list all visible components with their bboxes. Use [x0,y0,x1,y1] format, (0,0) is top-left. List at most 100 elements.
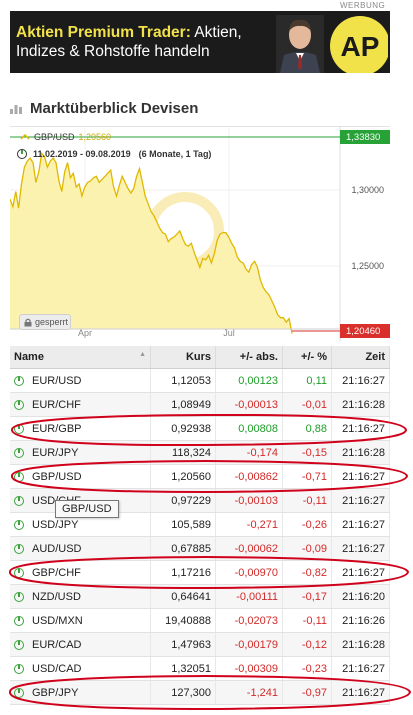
ap-logo: AP [330,16,388,73]
table-row[interactable]: AUD/USD 0,67885 -0,00062 -0,09 21:16:27 [10,536,390,561]
table-row[interactable]: USD/MXN 19,40888 -0,02073 -0,11 21:16:26 [10,608,390,633]
section-header: Marktüberblick Devisen [10,99,198,117]
name-cell[interactable]: EUR/CHF [10,392,151,417]
change-abs: -0,00103 [215,488,283,513]
currency-pair-link[interactable]: EUR/CHF [32,399,81,411]
name-cell[interactable]: NZD/USD [10,584,151,609]
name-cell[interactable]: GBP/CHF [10,560,151,585]
change-abs: 0,00808 [215,416,283,441]
legend-instrument: GBP/USD [34,132,75,142]
time-value: 21:16:27 [331,488,390,513]
name-cell[interactable]: AUD/USD [10,536,151,561]
time-value: 21:16:20 [331,584,390,609]
currency-pair-link[interactable]: GBP/USD [32,471,82,483]
currency-pair-link[interactable]: EUR/CAD [32,639,82,651]
name-cell[interactable]: EUR/JPY [10,440,151,465]
rate-value: 19,40888 [150,608,216,633]
table-row[interactable]: GBP/JPY 127,300 -1,241 -0,97 21:16:27 [10,680,390,705]
currency-pair-link[interactable]: EUR/USD [32,375,82,387]
change-pct: -0,01 [282,392,332,417]
currency-pair-link[interactable]: USD/JPY [32,519,78,531]
currency-pair-link[interactable]: USD/CAD [32,663,82,675]
change-pct: -0,23 [282,656,332,681]
col-name[interactable]: Name ▲ [10,346,151,369]
rate-value: 1,12053 [150,368,216,393]
name-cell[interactable]: GBP/USD [10,464,151,489]
ad-highlight: Aktien Premium Trader: [16,24,191,41]
change-abs: -0,00013 [215,392,283,417]
table-row[interactable]: EUR/GBP 0,92938 0,00808 0,88 21:16:27 [10,416,390,441]
change-abs: -0,00862 [215,464,283,489]
time-value: 21:16:28 [331,632,390,657]
rate-value: 1,17216 [150,560,216,585]
rate-value: 0,64641 [150,584,216,609]
name-cell[interactable]: USD/MXN [10,608,151,633]
col-kurs[interactable]: Kurs [150,346,216,369]
ad-line2: Indizes & Rohstoffe handeln [16,43,210,60]
clock-icon [14,495,24,506]
change-pct: -0,82 [282,560,332,585]
change-abs: -0,00309 [215,656,283,681]
time-value: 21:16:28 [331,392,390,417]
table-row[interactable]: GBP/CHF 1,17216 -0,00970 -0,82 21:16:27 [10,560,390,585]
col-zeit[interactable]: Zeit [331,346,390,369]
currency-pair-link[interactable]: AUD/USD [32,543,82,555]
clock-icon [14,471,24,482]
chart-legend: GBP/USD 1,20560 [20,132,111,142]
clock-icon [14,423,24,434]
rate-value: 1,08949 [150,392,216,417]
change-abs: -0,00179 [215,632,283,657]
name-cell[interactable]: USD/CAD [10,656,151,681]
col-abs[interactable]: +/- abs. [215,346,283,369]
name-cell[interactable]: EUR/GBP [10,416,151,441]
change-abs: -0,00111 [215,584,283,609]
table-row[interactable]: EUR/CHF 1,08949 -0,00013 -0,01 21:16:28 [10,392,390,417]
table-row[interactable]: USD/CAD 1,32051 -0,00309 -0,23 21:16:27 [10,656,390,681]
rate-value: 0,97229 [150,488,216,513]
currency-pair-link[interactable]: EUR/JPY [32,447,78,459]
period-info: (6 Monate, 1 Tag) [138,149,212,159]
x-tick-jul: Jul [223,328,235,338]
change-pct: -0,09 [282,536,332,561]
col-pct[interactable]: +/- % [282,346,332,369]
sort-icon[interactable]: ▲ [139,351,146,358]
clock-icon [14,567,24,578]
clock-icon [14,615,24,626]
name-cell[interactable]: EUR/CAD [10,632,151,657]
x-tick-apr: Apr [78,328,92,338]
lock-icon [24,318,32,326]
table-row[interactable]: GBP/USD 1,20560 -0,00862 -0,71 21:16:27 [10,464,390,489]
table-header-row: Name ▲ Kurs +/- abs. +/- % Zeit [10,346,390,369]
locked-button[interactable]: gesperrt [19,314,71,330]
clock-icon [14,591,24,602]
ad-label: WERBUNG [340,1,386,10]
ad-line1: Aktien, [190,24,242,41]
change-abs: 0,00123 [215,368,283,393]
table-row[interactable]: EUR/USD 1,12053 0,00123 0,11 21:16:27 [10,368,390,393]
time-value: 21:16:27 [331,560,390,585]
currency-pair-link[interactable]: GBP/JPY [32,687,78,699]
currency-pair-link[interactable]: GBP/CHF [32,567,81,579]
currency-pair-link[interactable]: EUR/GBP [32,423,82,435]
name-cell[interactable]: EUR/USD [10,368,151,393]
rate-value: 1,20560 [150,464,216,489]
table-row[interactable]: EUR/CAD 1,47963 -0,00179 -0,12 21:16:28 [10,632,390,657]
table-row[interactable]: EUR/JPY 118,324 -0,174 -0,15 21:16:28 [10,440,390,465]
rate-value: 127,300 [150,680,216,705]
clock-icon [14,447,24,458]
clock-icon [14,639,24,650]
date-range: 11.02.2019 - 09.08.2019 [33,149,131,159]
change-pct: -0,26 [282,512,332,537]
change-abs: -0,02073 [215,608,283,633]
table-row[interactable]: NZD/USD 0,64641 -0,00111 -0,17 21:16:20 [10,584,390,609]
person-photo [276,15,324,73]
ad-banner[interactable]: Aktien Premium Trader: Aktien, Indizes &… [10,11,390,73]
currency-pair-link[interactable]: NZD/USD [32,591,81,603]
name-cell[interactable]: GBP/JPY [10,680,151,705]
time-value: 21:16:27 [331,536,390,561]
currency-pair-link[interactable]: USD/MXN [32,615,83,627]
change-pct: -0,97 [282,680,332,705]
time-value: 21:16:27 [331,656,390,681]
change-pct: -0,11 [282,488,332,513]
time-value: 21:16:26 [331,608,390,633]
